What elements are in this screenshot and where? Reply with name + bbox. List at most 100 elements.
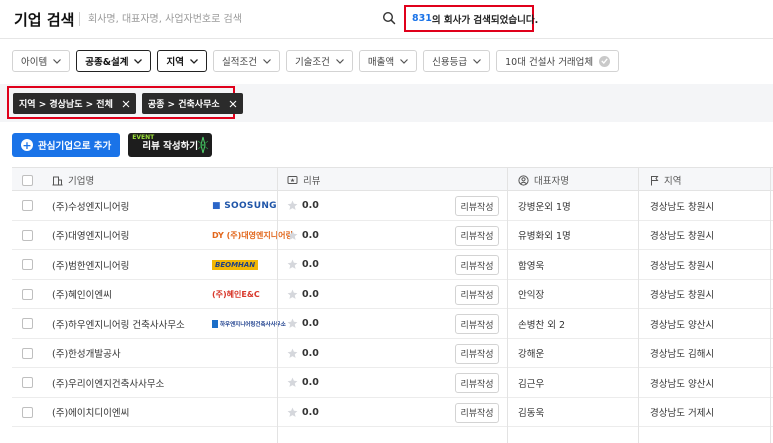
row-checkbox[interactable]	[22, 191, 33, 220]
rating-value: 0.0	[302, 200, 319, 211]
filter-performance[interactable]: 실적조건	[212, 50, 280, 72]
sparkle-icon	[197, 136, 209, 154]
header-divider	[0, 38, 773, 39]
write-review-row-button[interactable]: 리뷰작성	[455, 343, 499, 364]
building-icon	[52, 176, 63, 185]
user-circle-icon	[518, 174, 529, 186]
search-input[interactable]	[88, 8, 398, 30]
row-checkbox[interactable]	[22, 398, 33, 427]
star-icon	[287, 230, 298, 240]
rating-value: 0.0	[302, 288, 319, 300]
header-region-label: 지역	[664, 176, 682, 187]
event-tag: EVENT	[132, 134, 155, 141]
rating: 0.0	[287, 250, 319, 279]
add-favorite-button[interactable]: + 관심기업으로 추가	[12, 133, 121, 157]
company-name[interactable]: (주)에이치디이엔씨	[52, 398, 129, 427]
table-header: 기업명 리뷰 대표자명 지역	[12, 167, 773, 191]
ceo-name: 손병찬 외 2	[518, 319, 566, 331]
chevron-down-icon	[400, 58, 409, 64]
row-checkbox[interactable]	[22, 221, 33, 250]
filter-chip-work-type: 공종 > 건축사무소	[141, 93, 243, 114]
company-logo: DY (주)대영엔지니어링	[212, 227, 293, 244]
result-count-message: 831 의 회사가 검색되었습니다.	[404, 5, 538, 32]
rating-value: 0.0	[302, 347, 319, 359]
plus-circle-icon: +	[21, 138, 33, 152]
star-icon	[287, 200, 298, 210]
rating: 0.0	[287, 221, 319, 250]
filter-chip-label: 지역 > 경상남도 > 전체	[19, 100, 113, 110]
star-icon	[287, 259, 298, 269]
region: 경상남도 김해시	[650, 349, 715, 360]
filter-chip-region: 지역 > 경상남도 > 전체	[13, 93, 136, 114]
filter-credit-rating-label: 신용등급	[432, 57, 468, 68]
result-count: 831	[412, 13, 432, 24]
action-bar: + 관심기업으로 추가 EVENT 리뷰 작성하기	[12, 133, 213, 157]
row-checkbox[interactable]	[22, 339, 33, 368]
table-row[interactable]: (주)범한엔지니어링 BEOMHAN 0.0 리뷰작성 함영욱 경상남도 창원시	[12, 250, 773, 280]
ceo-name: 김근우	[518, 378, 545, 390]
filter-credit-rating[interactable]: 신용등급	[423, 50, 491, 72]
filter-top10-partners[interactable]: 10대 건설사 거래업체	[496, 50, 620, 72]
write-review-row-button[interactable]: 리뷰작성	[455, 373, 499, 393]
row-checkbox[interactable]	[22, 309, 33, 338]
filter-technology[interactable]: 기술조건	[285, 50, 353, 72]
company-logo-text: 하우엔지니어링건축사사무소	[220, 321, 286, 328]
ceo-name: 강병운외 1명	[518, 201, 571, 213]
chevron-down-icon	[473, 58, 482, 64]
write-review-row-button[interactable]: 리뷰작성	[455, 284, 499, 305]
region: 경상남도 창원시	[650, 260, 715, 272]
star-icon	[287, 289, 298, 299]
write-review-row-button[interactable]: 리뷰작성	[455, 255, 499, 275]
close-icon[interactable]	[229, 100, 237, 108]
table-row[interactable]: (주)수성엔지니어링 ■ SOOSUNG 0.0 리뷰작성 강병운외 1명 경상남도 창원…	[12, 191, 773, 221]
column-divider	[277, 167, 278, 443]
filter-item[interactable]: 아이템	[12, 50, 71, 72]
rating: 0.0	[287, 398, 319, 427]
table-row[interactable]: (주)우리이엔지건축사사무소 0.0 리뷰작성 김근우 경상남도 양산시	[12, 368, 773, 398]
search-icon[interactable]	[382, 11, 396, 25]
selected-filters: 지역 > 경상남도 > 전체 공종 > 건축사무소	[13, 93, 243, 114]
write-review-button[interactable]: EVENT 리뷰 작성하기	[128, 133, 213, 157]
filter-top10-partners-label: 10대 건설사 거래업체	[505, 57, 594, 68]
ceo-name: 김동욱	[518, 408, 545, 419]
company-name[interactable]: (주)우리이엔지건축사사무소	[52, 368, 164, 397]
table-row[interactable]: (주)혜인이엔씨 (주)혜인E&C 0.0 리뷰작성 안익장 경상남도 창원시	[12, 280, 773, 309]
filter-chip-label: 공종 > 건축사무소	[147, 100, 220, 110]
select-all-checkbox[interactable]	[22, 168, 33, 192]
company-name[interactable]: (주)대영엔지니어링	[52, 221, 129, 250]
table-row[interactable]: (주)하우엔지니어링 건축사사무소 하우엔지니어링건축사사무소 0.0 리뷰작성 손병찬…	[12, 309, 773, 339]
table-row[interactable]: (주)대영엔지니어링 DY (주)대영엔지니어링 0.0 리뷰작성 유병화외 1명 경상남…	[12, 221, 773, 250]
write-review-row-button[interactable]: 리뷰작성	[455, 314, 499, 334]
chevron-down-icon	[335, 58, 344, 64]
company-logo: 하우엔지니어링건축사사무소	[212, 315, 286, 332]
close-icon[interactable]	[122, 100, 130, 108]
company-name[interactable]: (주)범한엔지니어링	[52, 250, 129, 279]
filter-region[interactable]: 지역	[157, 50, 207, 72]
write-review-row-button[interactable]: 리뷰작성	[455, 225, 499, 246]
page-title: 기업 검색	[14, 11, 75, 29]
filter-performance-label: 실적조건	[221, 57, 257, 68]
row-checkbox[interactable]	[22, 250, 33, 279]
company-name[interactable]: (주)하우엔지니어링 건축사사무소	[52, 309, 185, 338]
company-name[interactable]: (주)한성개발공사	[52, 339, 121, 368]
column-divider	[770, 167, 771, 443]
company-name[interactable]: (주)수성엔지니어링	[52, 191, 129, 220]
table-row[interactable]: (주)에이치디이엔씨 0.0 리뷰작성 김동욱 경상남도 거제시	[12, 398, 773, 427]
header-company: 기업명	[52, 168, 94, 192]
company-logo: BEOMHAN	[212, 256, 259, 273]
column-divider	[638, 167, 639, 443]
company-logo-text: BEOMHAN	[215, 260, 256, 269]
write-review-row-button[interactable]: 리뷰작성	[455, 402, 499, 423]
filter-revenue[interactable]: 매출액	[358, 50, 418, 72]
table-row[interactable]: (주)한성개발공사 0.0 리뷰작성 강해운 경상남도 김해시	[12, 339, 773, 368]
region: 경상남도 창원시	[650, 201, 715, 213]
rating-value: 0.0	[302, 229, 319, 241]
title-divider	[79, 12, 80, 26]
company-name[interactable]: (주)혜인이엔씨	[52, 280, 112, 309]
rating: 0.0	[287, 280, 319, 309]
row-checkbox[interactable]	[22, 368, 33, 397]
write-review-row-button[interactable]: 리뷰작성	[455, 196, 499, 216]
flag-icon	[651, 175, 659, 185]
filter-work-type[interactable]: 공종&설계	[76, 50, 152, 72]
row-checkbox[interactable]	[22, 280, 33, 309]
